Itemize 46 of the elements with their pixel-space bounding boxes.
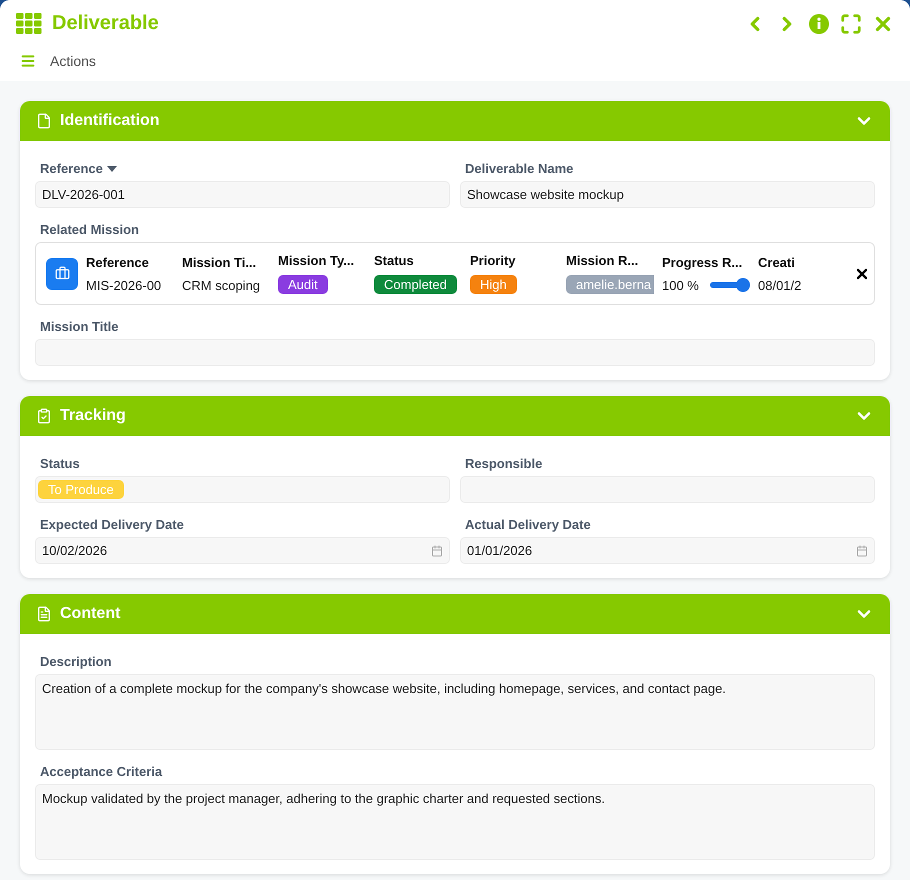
text-area[interactable]: Creation of a complete mockup for the company's showcase website, including homepage, services, and contact page. bbox=[35, 674, 875, 750]
column-header: Priority bbox=[470, 253, 517, 268]
menu-icon[interactable] bbox=[20, 53, 36, 69]
clipboard-check-icon bbox=[36, 408, 52, 424]
document-icon bbox=[36, 113, 52, 129]
field-label: Description bbox=[39, 654, 113, 669]
fullscreen-icon[interactable] bbox=[840, 12, 862, 34]
column-header: Creati bbox=[758, 254, 796, 270]
field-label: Expected Delivery Date bbox=[39, 517, 185, 532]
actions-menu[interactable]: Actions bbox=[50, 53, 96, 69]
column-header: Mission Ti... bbox=[182, 254, 258, 270]
briefcase-icon bbox=[46, 258, 78, 290]
tag: Audit bbox=[278, 275, 328, 294]
tag: Completed bbox=[374, 275, 457, 294]
field-label: Acceptance Criteria bbox=[39, 764, 164, 779]
field-label: Actual Delivery Date bbox=[464, 517, 592, 532]
window-title: Deliverable bbox=[52, 12, 160, 35]
field-label: Related Mission bbox=[39, 222, 140, 237]
info-icon[interactable] bbox=[808, 12, 830, 34]
field-label: Responsible bbox=[464, 456, 544, 471]
reference-field[interactable]: DLV-2026-001 bbox=[35, 181, 450, 208]
column-header: Progress R... bbox=[662, 254, 744, 270]
text-area[interactable]: Mockup validated by the project manager, adhering to the graphic charter and requested sections. bbox=[35, 784, 875, 860]
calendar-icon bbox=[431, 544, 443, 556]
calendar-icon bbox=[856, 544, 868, 556]
field-label: Mission Title bbox=[39, 319, 120, 334]
column-header: Status bbox=[374, 253, 415, 268]
cell-text: MIS-2026-00 bbox=[86, 278, 162, 292]
column-header: Mission Ty... bbox=[278, 253, 356, 268]
tag: High bbox=[470, 275, 517, 294]
status-badge: To Produce bbox=[38, 480, 124, 499]
field-label: Deliverable Name bbox=[464, 161, 574, 176]
cell-text: CRM scoping bbox=[182, 278, 262, 292]
caret-icon[interactable] bbox=[106, 166, 117, 172]
field-label: Reference bbox=[40, 161, 103, 176]
progress-reading: 100 % bbox=[662, 278, 699, 292]
text-field[interactable]: Showcase website mockup bbox=[460, 181, 875, 208]
cell-text: 08/01/2 bbox=[758, 278, 802, 292]
date-field[interactable]: 10/02/2026 bbox=[35, 537, 450, 564]
document-icon bbox=[36, 606, 52, 622]
date-field[interactable]: 01/01/2026 bbox=[460, 537, 875, 564]
field-label: Status bbox=[39, 456, 81, 471]
tag: amelie.berna bbox=[566, 275, 654, 294]
column-header: Reference bbox=[86, 254, 150, 270]
column-header: Mission R... bbox=[566, 253, 640, 268]
grid-icon bbox=[16, 12, 42, 34]
